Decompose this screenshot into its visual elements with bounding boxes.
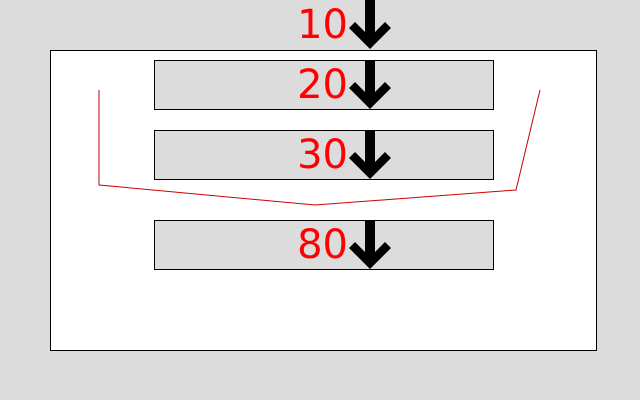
step-10: 10 [294, 0, 392, 50]
step-20: 20 [294, 60, 392, 110]
step-label-10: 10 [297, 2, 348, 48]
step-30: 30 [294, 130, 392, 180]
step-label-20: 20 [297, 62, 348, 108]
arrow-down-icon [349, 130, 391, 179]
arrow-down-icon [349, 220, 391, 269]
step-label-30: 30 [297, 132, 348, 178]
arrow-down-icon [349, 60, 391, 109]
step-80: 80 [294, 220, 392, 270]
step-label-80: 80 [297, 222, 348, 268]
arrow-down-icon [349, 0, 391, 49]
